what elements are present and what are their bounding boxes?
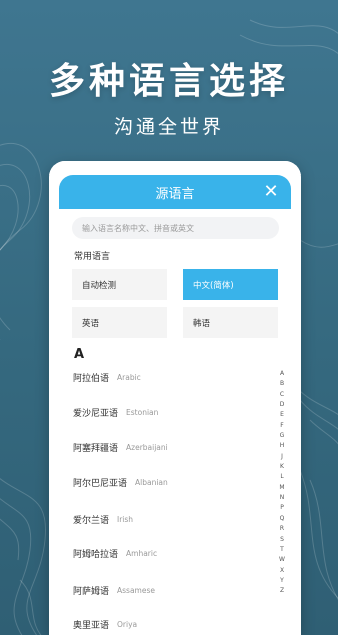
lang-name-cn: 阿塞拜疆语 bbox=[73, 443, 119, 454]
index-letter[interactable]: F bbox=[280, 421, 283, 431]
chip-english[interactable]: 英语 bbox=[72, 307, 167, 338]
promo-tagline: 沟通全世界 bbox=[113, 116, 224, 138]
list-item[interactable]: 阿萨姆语 Assamese bbox=[73, 580, 155, 600]
lang-name-cn: 阿尔巴尼亚语 bbox=[73, 478, 128, 489]
index-letter[interactable]: J bbox=[281, 452, 283, 462]
modal-title: 源语言 bbox=[155, 186, 195, 202]
lang-name-en: Oriya bbox=[117, 619, 138, 629]
index-letter[interactable]: K bbox=[280, 462, 284, 472]
common-languages-label: 常用语言 bbox=[74, 252, 111, 262]
close-icon[interactable]: ✕ bbox=[261, 182, 281, 202]
lang-name-cn: 爱尔兰语 bbox=[73, 515, 110, 526]
index-letter[interactable]: Z bbox=[280, 586, 284, 596]
lang-name-en: Estonian bbox=[126, 407, 159, 417]
chip-chinese-simplified[interactable]: 中文(简体) bbox=[183, 269, 278, 300]
lang-name-en: Amharic bbox=[126, 548, 158, 558]
lang-name-en: Azerbaijani bbox=[126, 442, 168, 452]
list-item[interactable]: 奥里亚语 Oriya bbox=[73, 614, 137, 634]
language-picker: 常用语言 自动检测 中文(简体) 英语 韩语 A 阿拉伯语 Arabic 爱沙尼… bbox=[59, 209, 291, 635]
list-item[interactable]: 阿姆哈拉语 Amharic bbox=[73, 543, 157, 563]
promo-headline: 多种语言选择 bbox=[48, 61, 289, 102]
index-letter[interactable]: T bbox=[280, 545, 284, 555]
index-letter[interactable]: C bbox=[280, 390, 284, 400]
list-item[interactable]: 阿尔巴尼亚语 Albanian bbox=[73, 472, 168, 492]
alphabet-index[interactable]: A B C D E F G H J K L M N P Q R S T W X … bbox=[277, 369, 287, 597]
lang-name-en: Irish bbox=[117, 514, 134, 524]
lang-name-cn: 阿拉伯语 bbox=[73, 373, 110, 384]
lang-name-cn: 阿萨姆语 bbox=[73, 586, 110, 597]
chip-auto-detect[interactable]: 自动检测 bbox=[72, 269, 167, 300]
list-item[interactable]: 阿拉伯语 Arabic bbox=[73, 367, 141, 387]
index-letter[interactable]: W bbox=[279, 555, 285, 565]
index-letter[interactable]: R bbox=[280, 524, 284, 534]
index-letter[interactable]: Y bbox=[280, 576, 284, 586]
list-item[interactable]: 阿塞拜疆语 Azerbaijani bbox=[73, 437, 168, 457]
lang-name-cn: 奥里亚语 bbox=[73, 620, 110, 631]
index-letter[interactable]: S bbox=[280, 535, 284, 545]
list-item[interactable]: 爱沙尼亚语 Estonian bbox=[73, 402, 158, 422]
search-input[interactable] bbox=[72, 217, 279, 239]
modal-header: 源语言 ✕ bbox=[59, 175, 291, 209]
lang-name-en: Arabic bbox=[117, 372, 141, 382]
index-letter[interactable]: P bbox=[280, 503, 284, 513]
index-letter[interactable]: E bbox=[280, 410, 284, 420]
index-letter[interactable]: Q bbox=[280, 514, 285, 524]
phone-mockup: 源语言 ✕ 常用语言 自动检测 中文(简体) 英语 韩语 A 阿拉伯语 Arab… bbox=[49, 161, 301, 635]
lang-name-en: Assamese bbox=[117, 585, 155, 595]
phone-top-bezel bbox=[49, 161, 301, 175]
index-letter[interactable]: D bbox=[280, 400, 285, 410]
chip-korean[interactable]: 韩语 bbox=[183, 307, 278, 338]
index-letter[interactable]: N bbox=[280, 493, 285, 503]
index-letter[interactable]: X bbox=[280, 566, 284, 576]
index-letter[interactable]: B bbox=[280, 379, 284, 389]
index-letter[interactable]: H bbox=[280, 441, 285, 451]
index-letter[interactable]: L bbox=[280, 472, 283, 482]
index-letter[interactable]: G bbox=[280, 431, 285, 441]
index-letter[interactable]: A bbox=[280, 369, 284, 379]
index-letter[interactable]: M bbox=[279, 483, 284, 493]
list-item[interactable]: 爱尔兰语 Irish bbox=[73, 509, 133, 529]
section-letter-a: A bbox=[74, 347, 85, 362]
lang-name-cn: 阿姆哈拉语 bbox=[73, 549, 119, 560]
lang-name-en: Albanian bbox=[135, 477, 168, 487]
lang-name-cn: 爱沙尼亚语 bbox=[73, 408, 119, 419]
